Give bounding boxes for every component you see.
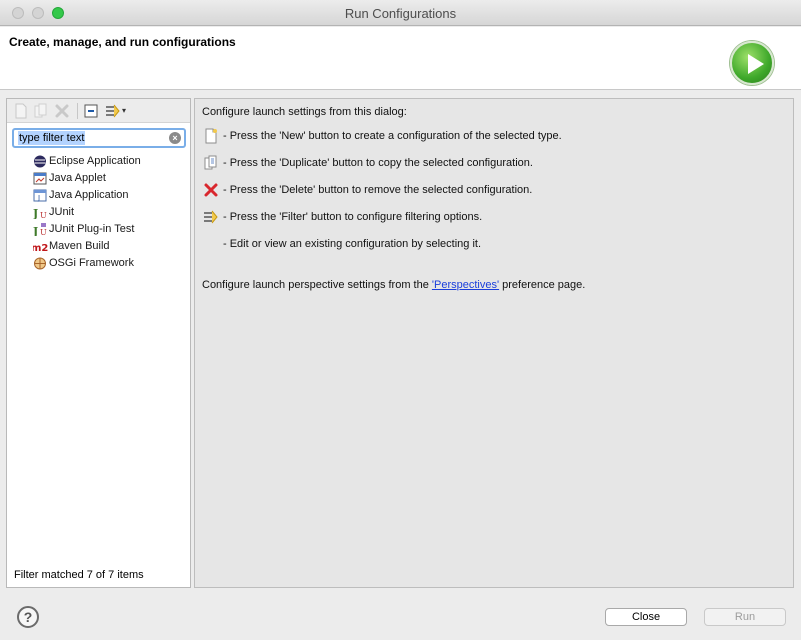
tree-item-label: Eclipse Application: [49, 155, 141, 167]
svg-text:U: U: [40, 211, 47, 219]
new-config-icon: [203, 128, 219, 144]
dropdown-arrow-icon[interactable]: ▾: [122, 103, 130, 119]
clear-filter-icon[interactable]: ×: [169, 132, 181, 144]
help-line-edit: - Edit or view an existing configuration…: [223, 238, 482, 250]
eclipse-icon: [33, 155, 47, 168]
applet-icon: [33, 172, 47, 185]
tree-item-java-applet[interactable]: Java Applet: [31, 170, 186, 187]
help-intro: Configure launch settings from this dial…: [202, 106, 407, 118]
config-type-panel: ▾ type filter text × Eclipse Application…: [6, 98, 191, 588]
tree-item-label: JUnit: [49, 206, 75, 218]
help-line-filter: - Press the 'Filter' button to configure…: [223, 211, 483, 223]
duplicate-icon[interactable]: [33, 103, 49, 119]
collapse-all-icon[interactable]: [83, 103, 99, 119]
help-line-duplicate: - Press the 'Duplicate' button to copy t…: [223, 157, 533, 169]
tree-item-java-application[interactable]: J Java Application: [31, 187, 186, 204]
filter-input[interactable]: type filter text: [18, 131, 86, 145]
banner-title: Create, manage, and run configurations: [9, 35, 236, 49]
config-toolbar: ▾: [7, 99, 190, 123]
config-type-tree: Eclipse Application Java Applet J Java A…: [31, 153, 186, 272]
svg-text:J: J: [33, 225, 38, 236]
filter-field[interactable]: type filter text ×: [12, 128, 186, 148]
toolbar-divider: [77, 103, 78, 119]
tree-item-label: Java Applet: [49, 172, 106, 184]
perspectives-link[interactable]: 'Perspectives': [432, 279, 499, 291]
run-button[interactable]: Run: [704, 608, 786, 626]
osgi-icon: [33, 257, 47, 270]
duplicate-icon: [203, 155, 219, 171]
junit-plugin-icon: JU: [32, 223, 47, 238]
help-line-delete: - Press the 'Delete' button to remove th…: [223, 184, 533, 196]
delete-icon[interactable]: [54, 103, 70, 119]
svg-text:J: J: [37, 194, 40, 202]
perspective-note: Configure launch perspective settings fr…: [202, 279, 585, 291]
tree-item-maven-build[interactable]: m2 Maven Build: [31, 238, 186, 255]
tree-item-label: Java Application: [49, 189, 129, 201]
run-icon: [730, 41, 774, 85]
svg-text:m2: m2: [33, 243, 48, 253]
tree-item-label: JUnit Plug-in Test: [49, 223, 135, 235]
tree-item-label: Maven Build: [49, 240, 110, 252]
tree-item-label: OSGi Framework: [49, 257, 134, 269]
java-app-icon: J: [33, 189, 47, 202]
new-config-icon[interactable]: [13, 103, 29, 119]
perspective-prefix: Configure launch perspective settings fr…: [202, 279, 432, 291]
filter-status: Filter matched 7 of 7 items: [14, 569, 144, 581]
svg-text:J: J: [33, 207, 38, 219]
filter-icon: [203, 209, 219, 225]
title-bar: Run Configurations: [0, 0, 801, 26]
window-title: Run Configurations: [344, 6, 457, 21]
tree-item-junit[interactable]: JU JUnit: [31, 204, 186, 221]
junit-icon: JU: [32, 206, 47, 220]
help-line-new: - Press the 'New' button to create a con…: [223, 130, 562, 142]
tree-item-osgi-framework[interactable]: OSGi Framework: [31, 255, 186, 272]
delete-icon: [203, 182, 219, 198]
tree-item-junit-plug-in-test[interactable]: JU JUnit Plug-in Test: [31, 221, 186, 238]
config-detail-panel: Configure launch settings from this dial…: [194, 98, 794, 588]
svg-text:U: U: [40, 228, 47, 236]
close-button[interactable]: Close: [605, 608, 687, 626]
tree-item-eclipse-application[interactable]: Eclipse Application: [31, 153, 186, 170]
header-banner: Create, manage, and run configurations: [0, 27, 801, 90]
perspective-suffix: preference page.: [499, 279, 586, 291]
help-button[interactable]: ?: [17, 606, 39, 628]
maven-icon: m2: [31, 240, 48, 254]
filter-icon[interactable]: [105, 103, 121, 119]
